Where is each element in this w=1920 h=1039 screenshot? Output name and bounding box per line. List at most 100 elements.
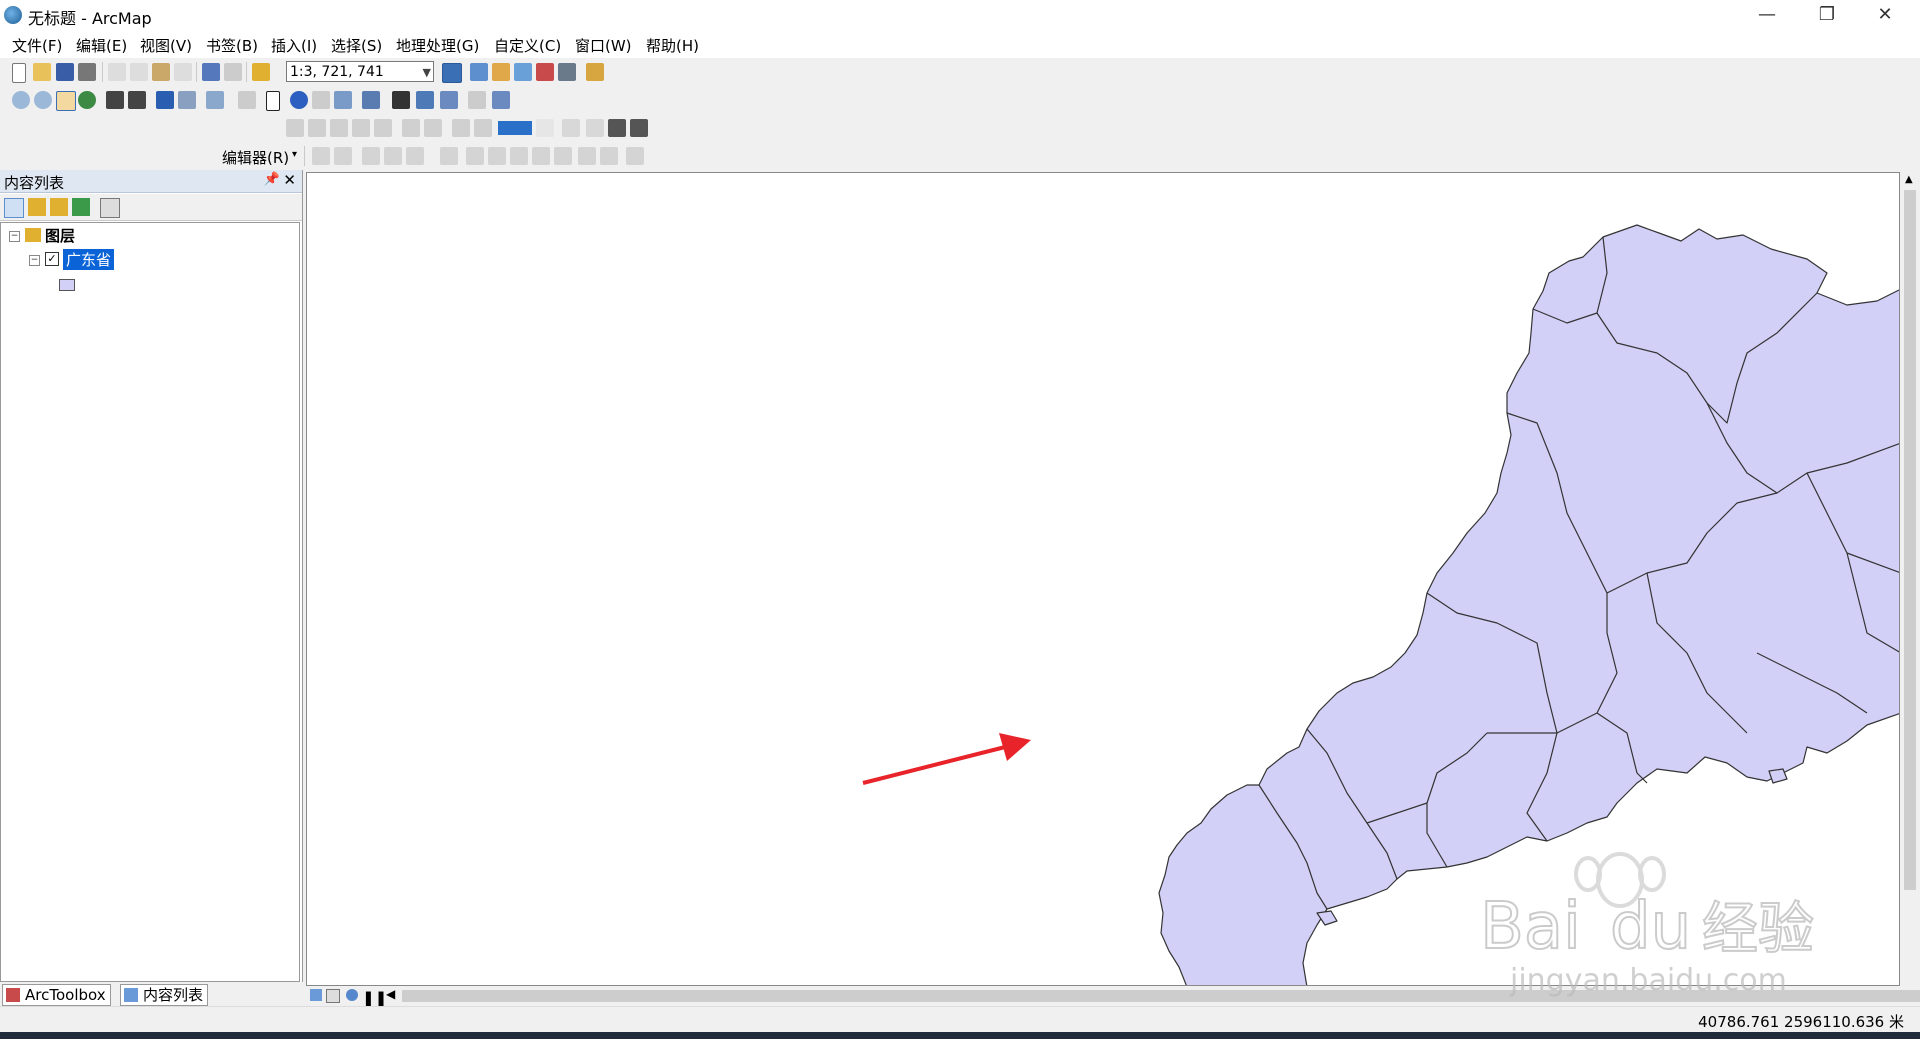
undo-icon[interactable] [202,63,220,81]
scroll-left-icon[interactable]: ◀ [386,987,395,1001]
measure-icon[interactable] [362,91,380,109]
menu-selection[interactable]: 选择(S) [331,35,382,56]
fixed-zoom-in-layout-icon[interactable] [402,119,420,137]
menu-customize[interactable]: 自定义(C) [494,35,561,56]
pause-drawing-icon[interactable]: ❚❚ [362,989,387,1007]
fixed-zoom-out-layout-icon[interactable] [424,119,442,137]
zoom-in-icon[interactable] [12,91,30,109]
toc-options-icon[interactable] [100,198,120,218]
horizontal-scroll-thumb[interactable] [402,990,1920,1002]
straight-segment-icon[interactable] [362,147,380,165]
toggle-draft-mode-icon[interactable] [562,119,580,137]
collapse-icon[interactable]: − [29,255,40,266]
chevron-down-icon[interactable] [536,119,554,137]
select-elements-arrow-icon[interactable] [266,91,280,111]
zoom-whole-page-icon[interactable] [352,119,370,137]
print-icon[interactable] [78,63,96,81]
zoom-percent-combo[interactable] [498,121,532,135]
data-driven-pages-icon[interactable] [630,119,648,137]
edit-tool-icon[interactable] [312,147,330,165]
maximize-button[interactable]: ❐ [1804,0,1850,30]
table-of-contents-icon[interactable] [470,63,488,81]
model-builder-icon[interactable] [586,63,604,81]
add-data-icon[interactable] [252,63,270,81]
create-features-icon[interactable] [626,147,644,165]
editor-menu[interactable]: 编辑器(R) [222,147,289,168]
split-icon[interactable] [532,147,550,165]
menu-view[interactable]: 视图(V) [140,35,192,56]
new-document-icon[interactable] [12,63,26,83]
minimize-button[interactable]: — [1744,0,1790,30]
delete-icon[interactable] [174,63,192,81]
map-canvas[interactable] [307,173,1900,986]
editor-toolbar-icon[interactable] [442,63,462,83]
island-polygon[interactable] [1768,768,1788,784]
close-button[interactable]: ✕ [1862,0,1908,30]
edit-annotation-icon[interactable] [334,147,352,165]
arctoolbox-icon[interactable] [536,63,554,81]
list-by-visibility-icon[interactable] [50,198,68,216]
layout-zoom-in-icon[interactable] [286,119,304,137]
next-extent-icon[interactable] [474,119,492,137]
paste-icon[interactable] [152,63,170,81]
toc-close-icon[interactable]: ✕ [283,171,296,189]
vertical-scrollbar[interactable]: ▲ [1900,172,1920,986]
fixed-zoom-out-icon[interactable] [128,91,146,109]
map-scale-combo[interactable]: 1:3, 721, 741 ▼ [286,61,434,82]
zoom-out-icon[interactable] [34,91,52,109]
reshape-icon[interactable] [488,147,506,165]
html-popup-icon[interactable] [312,91,330,109]
pan-hand-icon[interactable] [56,91,76,111]
save-icon[interactable] [56,63,74,81]
pin-icon[interactable]: 📌 [264,172,280,187]
layers-root-label[interactable]: 图层 [45,225,75,246]
forward-arrow-icon[interactable] [178,91,196,109]
menu-bookmarks[interactable]: 书签(B) [206,35,258,56]
vertical-scroll-thumb[interactable] [1904,190,1916,890]
guangdong-polygon[interactable] [1158,224,1900,986]
scroll-up-icon[interactable]: ▲ [1905,174,1913,185]
find-binoculars-icon[interactable] [392,91,410,109]
layout-zoom-out-icon[interactable] [308,119,326,137]
menu-file[interactable]: 文件(F) [12,35,62,56]
fixed-zoom-in-icon[interactable] [106,91,124,109]
route-icon[interactable] [416,91,434,109]
layer-symbol-swatch[interactable] [59,279,75,291]
python-window-icon[interactable] [558,63,576,81]
point-icon[interactable] [440,147,458,165]
redo-icon[interactable] [224,63,242,81]
change-layout-icon[interactable] [608,119,626,137]
trace-icon[interactable] [406,147,424,165]
list-by-drawing-order-icon[interactable] [4,198,24,218]
chevron-down-icon[interactable]: ▾ [292,149,297,160]
tab-arctoolbox[interactable]: ArcToolbox [2,984,111,1006]
rotate-icon[interactable] [554,147,572,165]
data-view-icon[interactable] [310,989,322,1001]
guangdong-province-layer[interactable] [1158,224,1900,986]
create-viewer-window-icon[interactable] [492,91,510,109]
layer-visibility-checkbox[interactable]: ✓ [45,252,59,266]
time-slider-icon[interactable] [468,91,486,109]
clear-selection-icon[interactable] [238,91,256,109]
layer-name-guangdong[interactable]: 广东省 [63,249,115,270]
sketch-properties-icon[interactable] [600,147,618,165]
end-point-arc-icon[interactable] [384,147,402,165]
layout-view-icon[interactable] [326,989,340,1003]
search-window-icon[interactable] [514,63,532,81]
full-extent-globe-icon[interactable] [78,91,96,109]
open-folder-icon[interactable] [33,63,51,81]
zoom-100-icon[interactable] [374,119,392,137]
select-features-icon[interactable] [206,91,224,109]
focus-data-frame-icon[interactable] [586,119,604,137]
collapse-icon[interactable]: − [9,231,20,242]
menu-insert[interactable]: 插入(I) [271,35,317,56]
back-arrow-icon[interactable] [156,91,174,109]
catalog-icon[interactable] [492,63,510,81]
layout-pan-icon[interactable] [330,119,348,137]
menu-geoprocessing[interactable]: 地理处理(G) [396,35,479,56]
edit-vertices-icon[interactable] [466,147,484,165]
copy-icon[interactable] [130,63,148,81]
identify-icon[interactable] [290,91,308,109]
find-icon[interactable] [334,91,352,109]
menu-windows[interactable]: 窗口(W) [575,35,632,56]
